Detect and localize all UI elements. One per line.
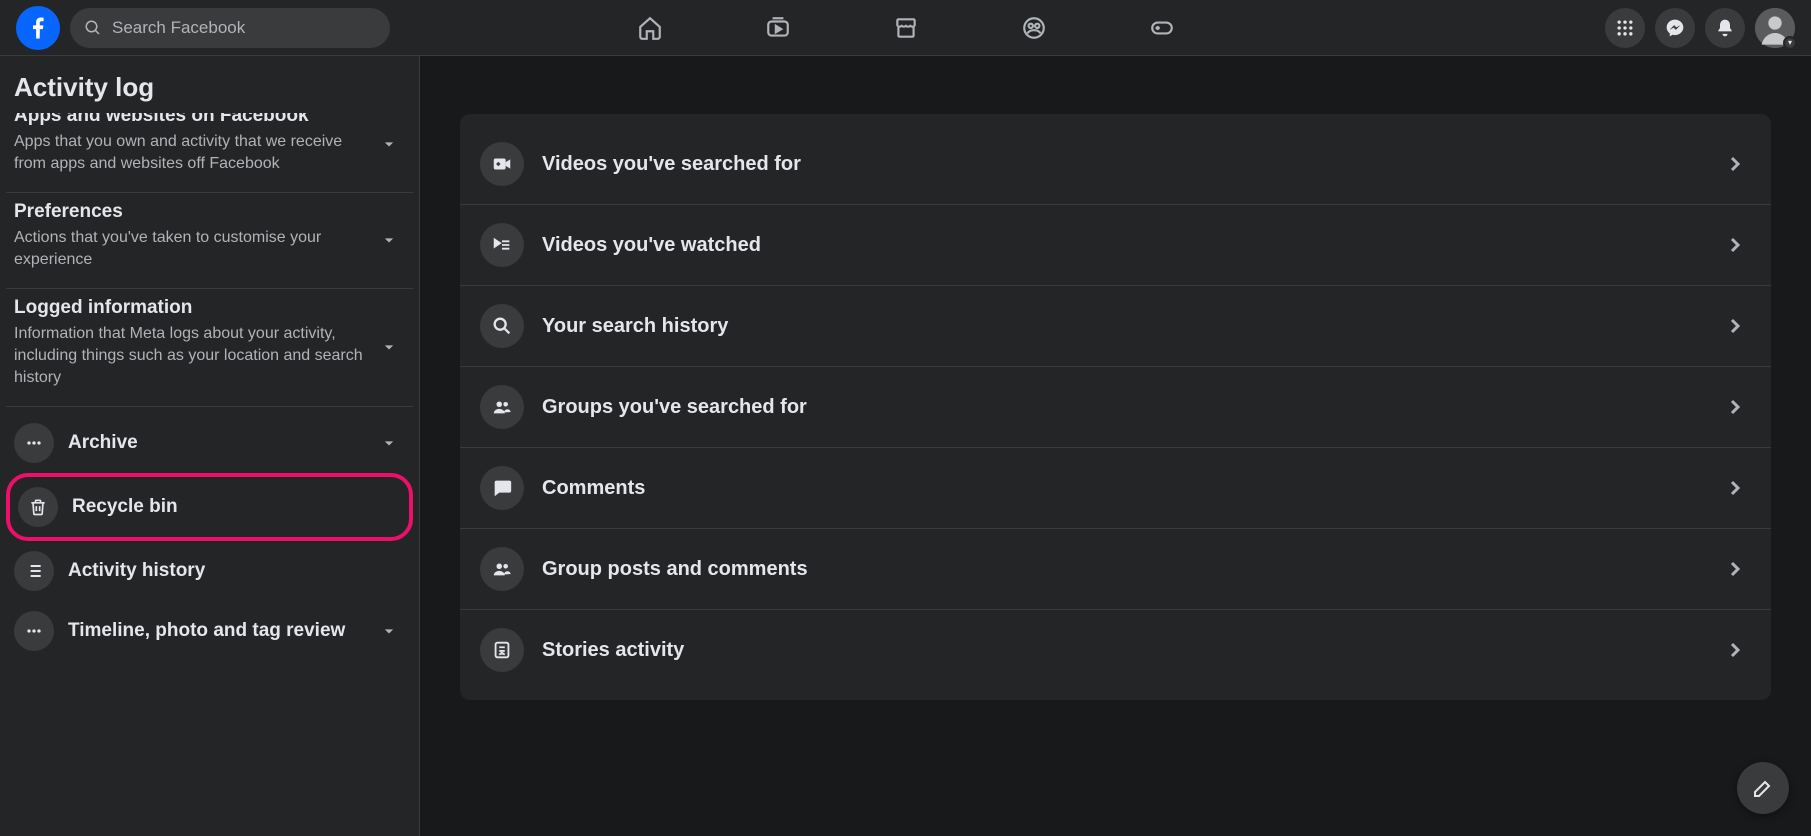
chevron-right-icon — [1723, 557, 1747, 581]
chevron-right-icon — [1723, 152, 1747, 176]
search-input-wrap[interactable] — [70, 8, 390, 48]
marketplace-icon[interactable] — [892, 14, 920, 42]
chevron-right-icon — [1723, 314, 1747, 338]
chevron-down-icon — [379, 134, 399, 154]
top-header: ▾ — [0, 0, 1811, 56]
search-icon — [84, 19, 102, 37]
row-stories-activity[interactable]: Stories activity — [460, 610, 1771, 690]
notifications-icon[interactable] — [1705, 8, 1745, 48]
chevron-down-icon: ▾ — [1783, 36, 1797, 50]
dots-icon — [14, 611, 54, 651]
trash-icon — [18, 487, 58, 527]
top-nav — [636, 14, 1176, 42]
sidebar-item-activity-history[interactable]: Activity history — [6, 541, 413, 601]
people-icon — [480, 385, 524, 429]
compose-button[interactable] — [1737, 762, 1789, 814]
row-label: Your search history — [542, 315, 728, 338]
playlist-icon — [480, 223, 524, 267]
chevron-down-icon — [379, 433, 399, 453]
sidebar-item-label: Timeline, photo and tag review — [68, 620, 345, 642]
row-group-posts-comments[interactable]: Group posts and comments — [460, 529, 1771, 610]
row-label: Videos you've watched — [542, 234, 761, 257]
sidebar-item-label: Archive — [68, 432, 138, 454]
sidebar-item-timeline-review[interactable]: Timeline, photo and tag review — [6, 601, 413, 661]
row-label: Group posts and comments — [542, 558, 808, 581]
main-content: Videos you've searched for Videos you've… — [420, 56, 1811, 836]
menu-grid-icon[interactable] — [1605, 8, 1645, 48]
section-desc: Actions that you've taken to customise y… — [14, 227, 405, 272]
sidebar: Activity log Apps and websites on Facebo… — [0, 56, 420, 836]
comment-icon — [480, 466, 524, 510]
row-label: Comments — [542, 477, 645, 500]
people-icon — [480, 547, 524, 591]
page-title: Activity log — [0, 56, 419, 113]
section-title: Apps and websites on Facebook — [14, 113, 405, 127]
row-comments[interactable]: Comments — [460, 448, 1771, 529]
chevron-right-icon — [1723, 476, 1747, 500]
video-plus-icon — [480, 142, 524, 186]
chevron-right-icon — [1723, 233, 1747, 257]
section-title: Preferences — [14, 201, 405, 223]
header-right: ▾ — [1605, 8, 1795, 48]
account-avatar[interactable]: ▾ — [1755, 8, 1795, 48]
section-desc: Apps that you own and activity that we r… — [14, 131, 405, 176]
search-icon — [480, 304, 524, 348]
sidebar-item-label: Recycle bin — [72, 496, 178, 518]
row-label: Stories activity — [542, 639, 684, 662]
chevron-down-icon — [379, 337, 399, 357]
row-groups-searched[interactable]: Groups you've searched for — [460, 367, 1771, 448]
sidebar-section-preferences[interactable]: Preferences Actions that you've taken to… — [6, 193, 413, 289]
sidebar-item-label: Activity history — [68, 560, 205, 582]
chevron-right-icon — [1723, 395, 1747, 419]
chevron-right-icon — [1723, 638, 1747, 662]
stories-icon — [480, 628, 524, 672]
search-input[interactable] — [112, 18, 376, 38]
activity-list: Videos you've searched for Videos you've… — [460, 114, 1771, 700]
sidebar-section-logged-info[interactable]: Logged information Information that Meta… — [6, 289, 413, 407]
groups-icon[interactable] — [1020, 14, 1048, 42]
home-icon[interactable] — [636, 14, 664, 42]
sidebar-section-apps[interactable]: Apps and websites on Facebook Apps that … — [6, 113, 413, 193]
chevron-down-icon — [379, 621, 399, 641]
facebook-logo[interactable] — [16, 6, 60, 50]
list-icon — [14, 551, 54, 591]
row-search-history[interactable]: Your search history — [460, 286, 1771, 367]
row-label: Videos you've searched for — [542, 153, 801, 176]
section-desc: Information that Meta logs about your ac… — [14, 323, 405, 390]
row-videos-watched[interactable]: Videos you've watched — [460, 205, 1771, 286]
video-icon[interactable] — [764, 14, 792, 42]
messenger-icon[interactable] — [1655, 8, 1695, 48]
dots-icon — [14, 423, 54, 463]
chevron-down-icon — [379, 230, 399, 250]
row-label: Groups you've searched for — [542, 396, 807, 419]
sidebar-item-archive[interactable]: Archive — [6, 413, 413, 473]
sidebar-item-recycle-bin[interactable]: Recycle bin — [6, 473, 413, 541]
row-videos-searched[interactable]: Videos you've searched for — [460, 124, 1771, 205]
section-title: Logged information — [14, 297, 405, 319]
gaming-icon[interactable] — [1148, 14, 1176, 42]
